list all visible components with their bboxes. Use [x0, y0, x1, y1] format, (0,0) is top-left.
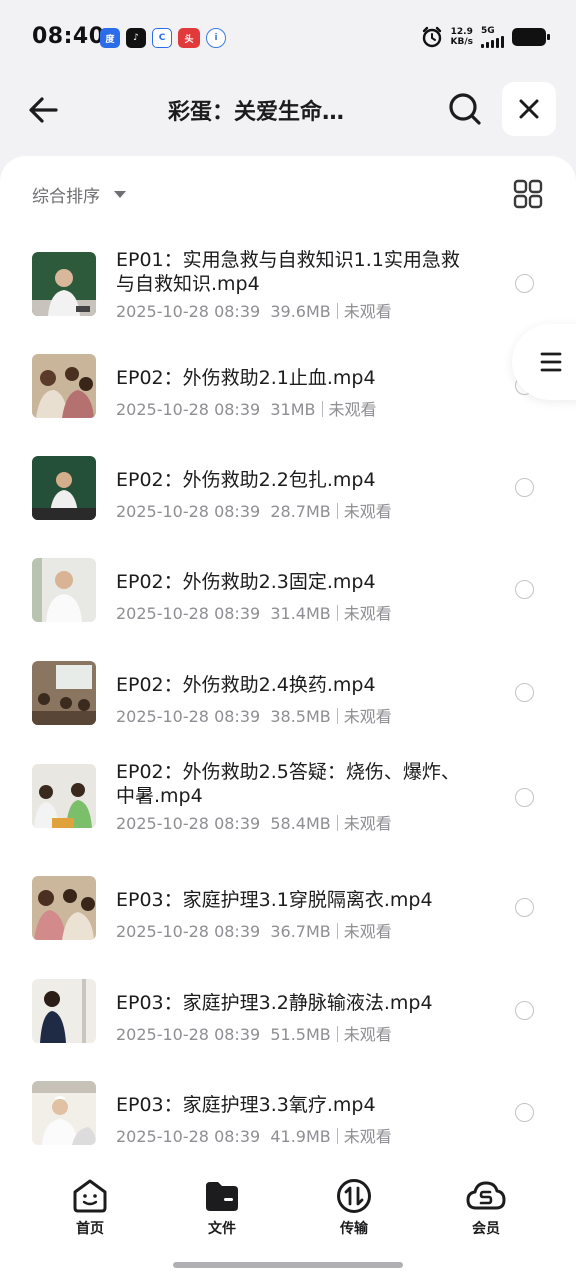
file-name: EP02：外伤救助2.2包扎.mp4 — [116, 469, 376, 491]
list-item[interactable]: EP03：家庭护理3.3氧疗.mp4 2025-10-28 08:39 41.9… — [0, 1075, 576, 1171]
grid-view-button[interactable] — [512, 178, 544, 210]
status-bar: 08:40 度 ♪ C 头 i 12.9 KB/s 5G — [0, 0, 576, 76]
sort-label: 综合排序 — [32, 187, 100, 207]
nav-files[interactable]: 文件 — [182, 1178, 262, 1238]
file-meta: 2025-10-28 08:39 31MB 未观看 — [116, 400, 377, 419]
file-name: EP02：外伤救助2.5答疑：烧伤、爆炸、中暑.mp4 — [116, 761, 460, 807]
close-button[interactable] — [502, 82, 556, 136]
video-thumbnail — [32, 456, 96, 520]
list-item[interactable]: EP02：外伤救助2.2包扎.mp4 2025-10-28 08:39 28.7… — [0, 450, 576, 546]
list-item[interactable]: EP02：外伤救助2.5答疑：烧伤、爆炸、中暑.mp4 2025-10-28 0… — [0, 758, 576, 854]
select-radio[interactable] — [515, 683, 534, 702]
network-speed: 12.9 KB/s — [450, 27, 473, 47]
nav-vip[interactable]: 会员 — [446, 1178, 526, 1238]
search-button[interactable] — [444, 88, 486, 130]
file-list-panel: 综合排序 EP01：实用急救与自救知识1.1实用急救与自救知识.mp4 2025… — [0, 156, 576, 1280]
home-indicator[interactable] — [173, 1262, 403, 1268]
file-name: EP03：家庭护理3.1穿脱隔离衣.mp4 — [116, 889, 433, 911]
file-name: EP03：家庭护理3.3氧疗.mp4 — [116, 1094, 376, 1116]
file-name: EP02：外伤救助2.4换药.mp4 — [116, 674, 376, 696]
c-app-icon: C — [152, 28, 172, 48]
nav-label: 会员 — [472, 1221, 500, 1237]
video-thumbnail — [32, 558, 96, 622]
video-thumbnail — [32, 1081, 96, 1145]
file-name: EP01：实用急救与自救知识1.1实用急救与自救知识.mp4 — [116, 249, 460, 295]
list-item[interactable]: EP02：外伤救助2.1止血.mp4 2025-10-28 08:39 31MB… — [0, 348, 576, 444]
file-meta: 2025-10-28 08:39 38.5MB 未观看 — [116, 707, 392, 726]
header: 彩蛋：关爱生命… — [0, 80, 576, 138]
menu-icon — [540, 352, 562, 372]
toutiao-icon: 头 — [178, 28, 200, 48]
back-button[interactable] — [24, 90, 64, 130]
nav-transfer[interactable]: 传输 — [314, 1178, 394, 1238]
select-radio[interactable] — [515, 580, 534, 599]
file-meta: 2025-10-28 08:39 31.4MB 未观看 — [116, 604, 392, 623]
select-radio[interactable] — [515, 478, 534, 497]
status-time: 08:40 — [32, 24, 105, 49]
list-item[interactable]: EP02：外伤救助2.3固定.mp4 2025-10-28 08:39 31.4… — [0, 552, 576, 648]
list-item[interactable]: EP03：家庭护理3.2静脉输液法.mp4 2025-10-28 08:39 5… — [0, 973, 576, 1069]
select-radio[interactable] — [515, 1103, 534, 1122]
nav-label: 首页 — [76, 1221, 104, 1237]
grid-icon — [513, 179, 543, 209]
arrow-left-icon — [29, 97, 58, 123]
video-thumbnail — [32, 764, 96, 828]
list-item[interactable]: EP03：家庭护理3.1穿脱隔离衣.mp4 2025-10-28 08:39 3… — [0, 870, 576, 966]
file-name: EP02：外伤救助2.3固定.mp4 — [116, 571, 376, 593]
file-meta: 2025-10-28 08:39 58.4MB 未观看 — [116, 814, 392, 833]
list-item[interactable]: EP01：实用急救与自救知识1.1实用急救与自救知识.mp4 2025-10-2… — [0, 244, 576, 340]
bottom-nav: 首页 文件 传输 会员 — [0, 1168, 576, 1280]
alarm-icon — [422, 26, 441, 48]
select-radio[interactable] — [515, 898, 534, 917]
file-name: EP02：外伤救助2.1止血.mp4 — [116, 367, 376, 389]
file-meta: 2025-10-28 08:39 51.5MB 未观看 — [116, 1025, 392, 1044]
select-radio[interactable] — [515, 274, 534, 293]
video-thumbnail — [32, 252, 96, 316]
network-type: 5G — [481, 26, 495, 36]
tiktok-icon: ♪ — [126, 28, 146, 48]
file-meta: 2025-10-28 08:39 28.7MB 未观看 — [116, 502, 392, 521]
list-item[interactable]: EP02：外伤救助2.4换药.mp4 2025-10-28 08:39 38.5… — [0, 655, 576, 751]
battery-icon — [512, 28, 550, 46]
baidu-icon: 度 — [100, 28, 120, 48]
folder-icon — [206, 1182, 238, 1211]
caret-down-icon — [114, 191, 126, 198]
search-icon — [449, 93, 481, 125]
ifly-icon: i — [206, 28, 226, 48]
notification-icons: 度 ♪ C 头 i — [100, 28, 226, 48]
nav-label: 传输 — [340, 1221, 368, 1237]
file-meta: 2025-10-28 08:39 36.7MB 未观看 — [116, 922, 392, 941]
nav-home[interactable]: 首页 — [50, 1178, 130, 1238]
page-title: 彩蛋：关爱生命… — [168, 100, 345, 125]
sort-dropdown[interactable]: 综合排序 — [32, 182, 126, 207]
file-meta: 2025-10-28 08:39 39.6MB 未观看 — [116, 302, 392, 321]
signal-icon — [481, 36, 504, 48]
select-radio[interactable] — [515, 788, 534, 807]
video-thumbnail — [32, 876, 96, 940]
video-thumbnail — [32, 979, 96, 1043]
video-thumbnail — [32, 354, 96, 418]
home-face-icon — [73, 1179, 107, 1213]
video-thumbnail — [32, 661, 96, 725]
nav-label: 文件 — [208, 1221, 236, 1237]
file-name: EP03：家庭护理3.2静脉输液法.mp4 — [116, 992, 433, 1014]
select-radio[interactable] — [515, 1001, 534, 1020]
transfer-icon — [337, 1179, 371, 1213]
file-meta: 2025-10-28 08:39 41.9MB 未观看 — [116, 1127, 392, 1146]
cloud-vip-icon — [466, 1181, 506, 1210]
close-icon — [519, 99, 539, 119]
